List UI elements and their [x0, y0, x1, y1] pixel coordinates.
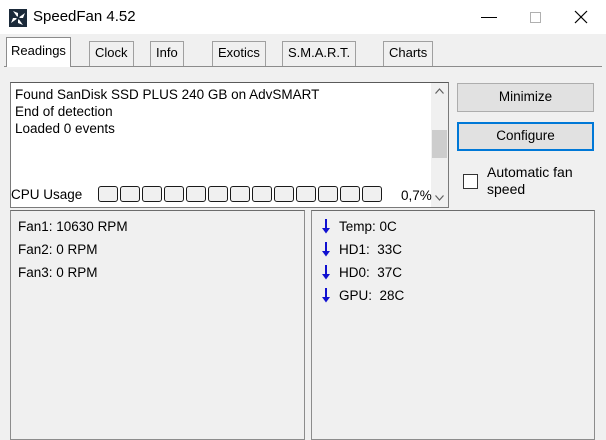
tab-smart[interactable]: S.M.A.R.T.: [282, 41, 357, 66]
minimize-icon: [481, 16, 497, 18]
tab-clock[interactable]: Clock: [89, 41, 134, 66]
temperature-reading: HD0: 37C: [321, 265, 402, 280]
window-minimize-button[interactable]: [466, 0, 512, 34]
arrow-down-icon: [322, 288, 330, 303]
minimize-button[interactable]: Minimize: [457, 83, 594, 112]
automatic-fan-speed-checkbox[interactable]: [463, 174, 478, 189]
automatic-fan-speed-label: Automatic fan speed: [487, 164, 573, 197]
window-maximize-button[interactable]: [512, 0, 558, 34]
tab-info[interactable]: Info: [150, 41, 184, 66]
window-title: SpeedFan 4.52: [33, 8, 136, 25]
scroll-up-icon[interactable]: [431, 83, 448, 100]
cpu-usage-cell: [120, 186, 140, 202]
cpu-usage-cell: [98, 186, 118, 202]
temperature-text: GPU: 28C: [339, 288, 405, 303]
fan-reading: Fan1: 10630 RPM: [18, 219, 128, 234]
arrow-down-icon: [322, 265, 330, 280]
temperature-reading: GPU: 28C: [321, 288, 404, 303]
cpu-usage-cell: [186, 186, 206, 202]
log-line: End of detection: [15, 104, 113, 119]
fans-panel: Fan1: 10630 RPM Fan2: 0 RPM Fan3: 0 RPM: [10, 210, 305, 440]
maximize-icon: [529, 11, 541, 23]
cpu-usage-cell: [296, 186, 316, 202]
configure-button[interactable]: Configure: [457, 122, 594, 151]
cpu-usage-meter: [98, 186, 382, 202]
window-close-button[interactable]: [558, 0, 604, 34]
title-bar: SpeedFan 4.52: [0, 0, 606, 34]
fan-reading: Fan3: 0 RPM: [18, 265, 98, 280]
cpu-usage-value: 0,7%: [401, 188, 432, 203]
temperature-reading: HD1: 33C: [321, 242, 402, 257]
temperature-reading: Temp: 0C: [321, 219, 397, 234]
arrow-down-icon: [322, 242, 330, 257]
log-line: Found SanDisk SSD PLUS 240 GB on AdvSMAR…: [15, 87, 320, 102]
log-line: Loaded 0 events: [15, 121, 115, 136]
temperature-text: HD0: 37C: [339, 265, 403, 280]
tab-readings[interactable]: Readings: [6, 37, 71, 67]
scroll-down-icon[interactable]: [431, 190, 448, 207]
speedfan-fan-icon: [9, 9, 27, 27]
log-scrollbar[interactable]: [431, 83, 448, 207]
cpu-usage-cell: [252, 186, 272, 202]
temperature-text: Temp: 0C: [339, 219, 397, 234]
cpu-usage-cell: [208, 186, 228, 202]
arrow-down-icon: [322, 219, 330, 234]
cpu-usage-cell: [362, 186, 382, 202]
temperatures-panel: Temp: 0C HD1: 33C HD0: 37C GPU: 28C: [311, 210, 595, 440]
cpu-usage-cell: [340, 186, 360, 202]
tab-exotics[interactable]: Exotics: [212, 41, 266, 66]
cpu-usage-cell: [164, 186, 184, 202]
fan-reading: Fan2: 0 RPM: [18, 242, 98, 257]
scroll-thumb[interactable]: [432, 130, 447, 158]
temperature-text: HD1: 33C: [339, 242, 403, 257]
cpu-usage-cell: [318, 186, 338, 202]
cpu-usage-cell: [274, 186, 294, 202]
tab-charts[interactable]: Charts: [383, 41, 434, 66]
close-icon: [574, 10, 588, 24]
cpu-usage-cell: [142, 186, 162, 202]
cpu-usage-cell: [230, 186, 250, 202]
cpu-usage-label: CPU Usage: [11, 187, 83, 202]
log-lines: Found SanDisk SSD PLUS 240 GB on AdvSMAR…: [15, 86, 319, 137]
